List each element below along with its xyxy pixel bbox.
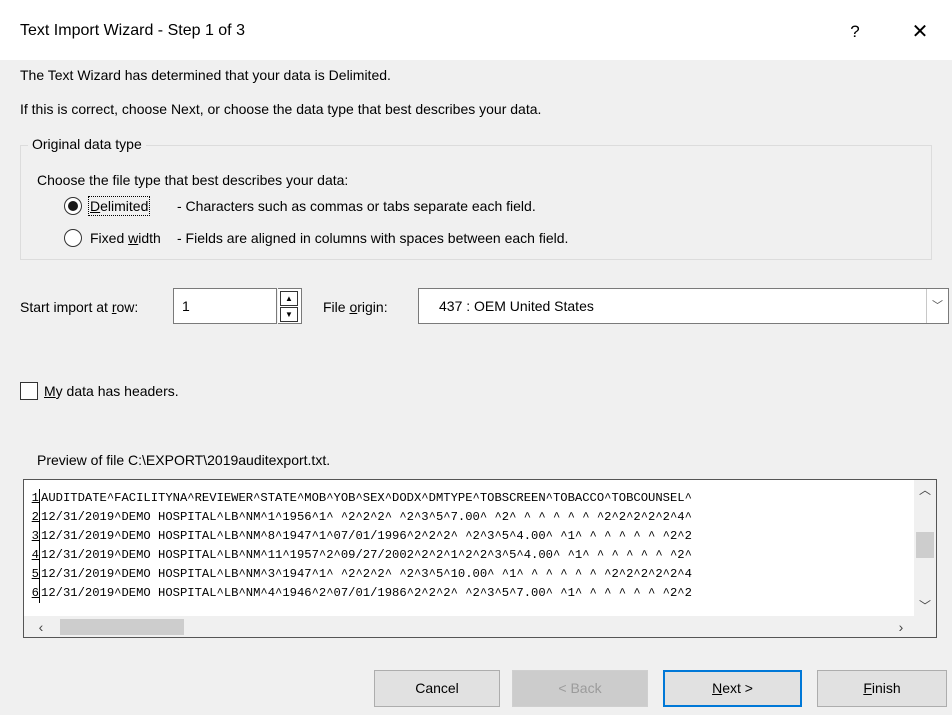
horizontal-scrollbar[interactable]: ‹ ›	[24, 616, 936, 637]
title-bar: Text Import Wizard - Step 1 of 3 ? ✕	[0, 0, 952, 60]
preview-pane[interactable]: 1 AUDITDATE^FACILITYNA^REVIEWER^STATE^MOB…	[23, 479, 937, 638]
delimited-radio[interactable]	[64, 197, 82, 215]
group-legend: Original data type	[28, 136, 146, 152]
file-origin-label: File origin:	[323, 299, 388, 315]
vertical-scroll-thumb[interactable]	[916, 532, 934, 558]
preview-line-text: 12/31/2019^DEMO HOSPITAL^LB^NM^8^1947^1^…	[39, 527, 692, 546]
preview-line: 5 12/31/2019^DEMO HOSPITAL^LB^NM^3^1947^1…	[24, 565, 914, 584]
scroll-left-icon[interactable]: ‹	[30, 616, 52, 637]
delimited-label[interactable]: Delimited	[87, 196, 151, 216]
intro-line-1: The Text Wizard has determined that your…	[20, 67, 391, 83]
scroll-right-icon[interactable]: ›	[890, 616, 912, 637]
start-row-spinner: ▲ ▼	[278, 288, 302, 324]
window-title: Text Import Wizard - Step 1 of 3	[20, 22, 245, 39]
back-button[interactable]: < Back	[512, 670, 648, 707]
delimited-description: - Characters such as commas or tabs sepa…	[177, 198, 536, 214]
start-row-label: Start import at row:	[20, 299, 139, 315]
preview-line-number: 6	[31, 586, 39, 600]
fixed-width-radio[interactable]	[64, 229, 82, 247]
help-button[interactable]: ?	[835, 14, 875, 50]
preview-line: 2 12/31/2019^DEMO HOSPITAL^LB^NM^1^1956^1…	[24, 508, 914, 527]
fixed-width-description: - Fields are aligned in columns with spa…	[177, 230, 569, 246]
headers-checkbox[interactable]	[20, 382, 38, 400]
chevron-down-icon[interactable]: ﹀	[926, 289, 948, 323]
preview-line: 1 AUDITDATE^FACILITYNA^REVIEWER^STATE^MOB…	[24, 489, 914, 508]
start-row-input[interactable]: 1	[173, 288, 277, 324]
headers-label[interactable]: My data has headers.	[44, 383, 179, 399]
file-origin-value: 437 : OEM United States	[439, 298, 594, 314]
preview-line-text: 12/31/2019^DEMO HOSPITAL^LB^NM^1^1956^1^…	[39, 508, 692, 527]
file-type-prompt: Choose the file type that best describes…	[37, 172, 349, 188]
preview-line-number: 5	[31, 567, 39, 581]
preview-line-number: 4	[31, 548, 39, 562]
preview-label: Preview of file C:\EXPORT\2019auditexpor…	[37, 452, 331, 468]
intro-line-2: If this is correct, choose Next, or choo…	[20, 101, 542, 117]
preview-line: 6 12/31/2019^DEMO HOSPITAL^LB^NM^4^1946^2…	[24, 584, 914, 603]
cancel-button[interactable]: Cancel	[374, 670, 500, 707]
scroll-up-icon[interactable]: ︿	[914, 480, 936, 500]
preview-lines: 1 AUDITDATE^FACILITYNA^REVIEWER^STATE^MOB…	[24, 489, 914, 613]
preview-line: 3 12/31/2019^DEMO HOSPITAL^LB^NM^8^1947^1…	[24, 527, 914, 546]
preview-line-text: 12/31/2019^DEMO HOSPITAL^LB^NM^4^1946^2^…	[39, 584, 692, 603]
preview-line-text: 12/31/2019^DEMO HOSPITAL^LB^NM^11^1957^2…	[39, 546, 692, 565]
finish-button[interactable]: Finish	[817, 670, 947, 707]
horizontal-scroll-thumb[interactable]	[60, 619, 184, 635]
preview-line-text: AUDITDATE^FACILITYNA^REVIEWER^STATE^MOB^…	[39, 489, 692, 508]
spin-down-icon[interactable]: ▼	[280, 307, 298, 322]
scroll-down-icon[interactable]: ﹀	[914, 596, 936, 616]
file-origin-select[interactable]: 437 : OEM United States ﹀	[418, 288, 949, 324]
preview-line-number: 1	[31, 491, 39, 505]
preview-line-number: 3	[31, 529, 39, 543]
fixed-width-label[interactable]: Fixed width	[90, 230, 161, 246]
preview-line: 4 12/31/2019^DEMO HOSPITAL^LB^NM^11^1957^…	[24, 546, 914, 565]
preview-line-text: 12/31/2019^DEMO HOSPITAL^LB^NM^3^1947^1^…	[39, 565, 692, 584]
preview-line-number: 2	[31, 510, 39, 524]
vertical-scrollbar[interactable]: ︿ ﹀	[914, 480, 936, 616]
next-button[interactable]: Next >	[663, 670, 802, 707]
close-button[interactable]: ✕	[895, 14, 945, 50]
spin-up-icon[interactable]: ▲	[280, 291, 298, 306]
